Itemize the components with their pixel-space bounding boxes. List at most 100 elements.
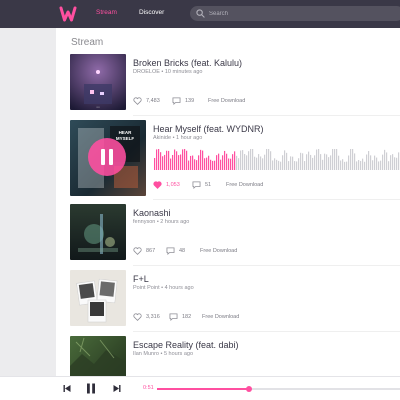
pause-button[interactable] bbox=[88, 138, 126, 176]
waveform-bar bbox=[236, 155, 238, 170]
waveform-bar bbox=[174, 149, 176, 170]
previous-icon[interactable] bbox=[63, 384, 71, 393]
waveform-bar bbox=[372, 160, 374, 170]
waveform-bar bbox=[300, 152, 302, 170]
waveform-bar bbox=[354, 153, 356, 170]
waveform-bar bbox=[356, 161, 358, 170]
waveform-bar bbox=[272, 160, 274, 170]
track-meta[interactable]: Ilan Munro • 5 hours ago bbox=[133, 351, 193, 357]
waveform-bar bbox=[240, 150, 242, 170]
free-download-link[interactable]: Free Download bbox=[208, 98, 245, 104]
waveform-bar bbox=[200, 149, 202, 170]
waveform-bar bbox=[362, 158, 364, 170]
track-meta[interactable]: fennyson • 2 hours ago bbox=[133, 219, 189, 225]
track-artwork[interactable] bbox=[70, 204, 126, 260]
waveform-bar bbox=[166, 150, 168, 170]
waveform-bar bbox=[306, 154, 308, 170]
waveform-bar bbox=[396, 157, 398, 170]
waveform-bar bbox=[308, 151, 310, 170]
track-artwork[interactable]: ▪ ▪ bbox=[70, 54, 126, 110]
waveform-bar bbox=[156, 149, 158, 170]
comment-button[interactable]: 139 bbox=[172, 96, 194, 106]
track-meta[interactable]: DROELOE • 10 minutes ago bbox=[133, 69, 203, 75]
waveform-bar bbox=[352, 149, 354, 170]
waveform-bar bbox=[334, 149, 336, 170]
track-title[interactable]: Hear Myself (feat. WYDNR) bbox=[153, 124, 264, 134]
track-title[interactable]: Escape Reality (feat. dabi) bbox=[133, 340, 239, 350]
waveform-bar bbox=[394, 157, 396, 170]
waveform-bar bbox=[366, 154, 368, 170]
track-artwork[interactable] bbox=[70, 270, 126, 326]
waveform-bar bbox=[278, 160, 280, 170]
track-meta[interactable]: Akinide • 1 hour ago bbox=[153, 135, 202, 141]
logo-w-icon[interactable] bbox=[59, 5, 77, 23]
waveform-bar bbox=[222, 155, 224, 170]
waveform-bar bbox=[374, 155, 376, 170]
waveform-bar bbox=[184, 149, 186, 170]
like-button[interactable]: 7,483 bbox=[133, 96, 160, 106]
track-title[interactable]: F+L bbox=[133, 274, 149, 284]
pause-icon[interactable] bbox=[86, 383, 96, 394]
waveform-bar bbox=[298, 158, 300, 170]
track-artwork[interactable] bbox=[70, 336, 126, 376]
like-button[interactable]: 1,053 bbox=[153, 180, 180, 190]
page-title: Stream bbox=[71, 37, 104, 48]
progress-handle[interactable] bbox=[246, 386, 253, 392]
divider bbox=[133, 331, 400, 332]
track-title[interactable]: Broken Bricks (feat. Kalulu) bbox=[133, 58, 242, 68]
waveform-bar bbox=[244, 154, 246, 170]
divider bbox=[133, 265, 400, 266]
comment-button[interactable]: 51 bbox=[192, 180, 211, 190]
comment-button[interactable]: 48 bbox=[166, 246, 185, 256]
waveform-bar bbox=[382, 154, 384, 170]
waveform-bar bbox=[160, 152, 162, 170]
waveform-bar bbox=[162, 156, 164, 170]
waveform-bar bbox=[336, 149, 338, 170]
svg-text:HEAR: HEAR bbox=[119, 130, 133, 135]
player-bar: 0:51 bbox=[0, 376, 400, 400]
waveform-bar bbox=[176, 151, 178, 170]
waveform-bar bbox=[182, 149, 184, 170]
like-count: 7,483 bbox=[146, 98, 160, 104]
waveform-bar bbox=[290, 156, 292, 170]
waveform[interactable] bbox=[154, 148, 400, 174]
comment-icon bbox=[166, 247, 175, 255]
waveform-bar bbox=[238, 158, 240, 170]
free-download-link[interactable]: Free Download bbox=[226, 182, 263, 188]
top-bar: Stream Discover bbox=[0, 0, 400, 28]
track-item: Kaonashi fennyson • 2 hours ago 867 48 F… bbox=[70, 204, 400, 260]
next-icon[interactable] bbox=[113, 384, 121, 393]
nav-discover[interactable]: Discover bbox=[139, 9, 164, 16]
waveform-bar bbox=[210, 159, 212, 170]
waveform-bar bbox=[390, 155, 392, 170]
like-count: 1,053 bbox=[166, 182, 180, 188]
track-meta[interactable]: Point Point • 4 hours ago bbox=[133, 285, 194, 291]
waveform-bar bbox=[376, 157, 378, 170]
waveform-bar bbox=[380, 160, 382, 170]
waveform-bar bbox=[216, 155, 218, 170]
waveform-bar bbox=[340, 160, 342, 170]
like-button[interactable]: 867 bbox=[133, 246, 155, 256]
nav-stream[interactable]: Stream bbox=[96, 9, 117, 16]
comment-icon bbox=[172, 97, 181, 105]
like-button[interactable]: 3,316 bbox=[133, 312, 160, 322]
waveform-bar bbox=[220, 159, 222, 170]
waveform-bar bbox=[206, 157, 208, 170]
waveform-bar bbox=[208, 155, 210, 170]
progress-fill bbox=[157, 388, 250, 390]
elapsed-time: 0:51 bbox=[143, 385, 154, 391]
track-title[interactable]: Kaonashi bbox=[133, 208, 171, 218]
waveform-bar bbox=[388, 161, 390, 170]
comment-button[interactable]: 182 bbox=[169, 312, 191, 322]
waveform-bar bbox=[288, 161, 290, 170]
waveform-bar bbox=[196, 160, 198, 170]
free-download-link[interactable]: Free Download bbox=[202, 314, 239, 320]
free-download-link[interactable]: Free Download bbox=[200, 248, 237, 254]
waveform-bar bbox=[218, 153, 220, 170]
search-bar[interactable] bbox=[190, 6, 400, 21]
waveform-bar bbox=[204, 158, 206, 170]
waveform-bar bbox=[386, 152, 388, 170]
waveform-bar bbox=[358, 160, 360, 170]
track-item: Escape Reality (feat. dabi) Ilan Munro •… bbox=[70, 336, 400, 376]
search-input[interactable] bbox=[209, 8, 389, 19]
